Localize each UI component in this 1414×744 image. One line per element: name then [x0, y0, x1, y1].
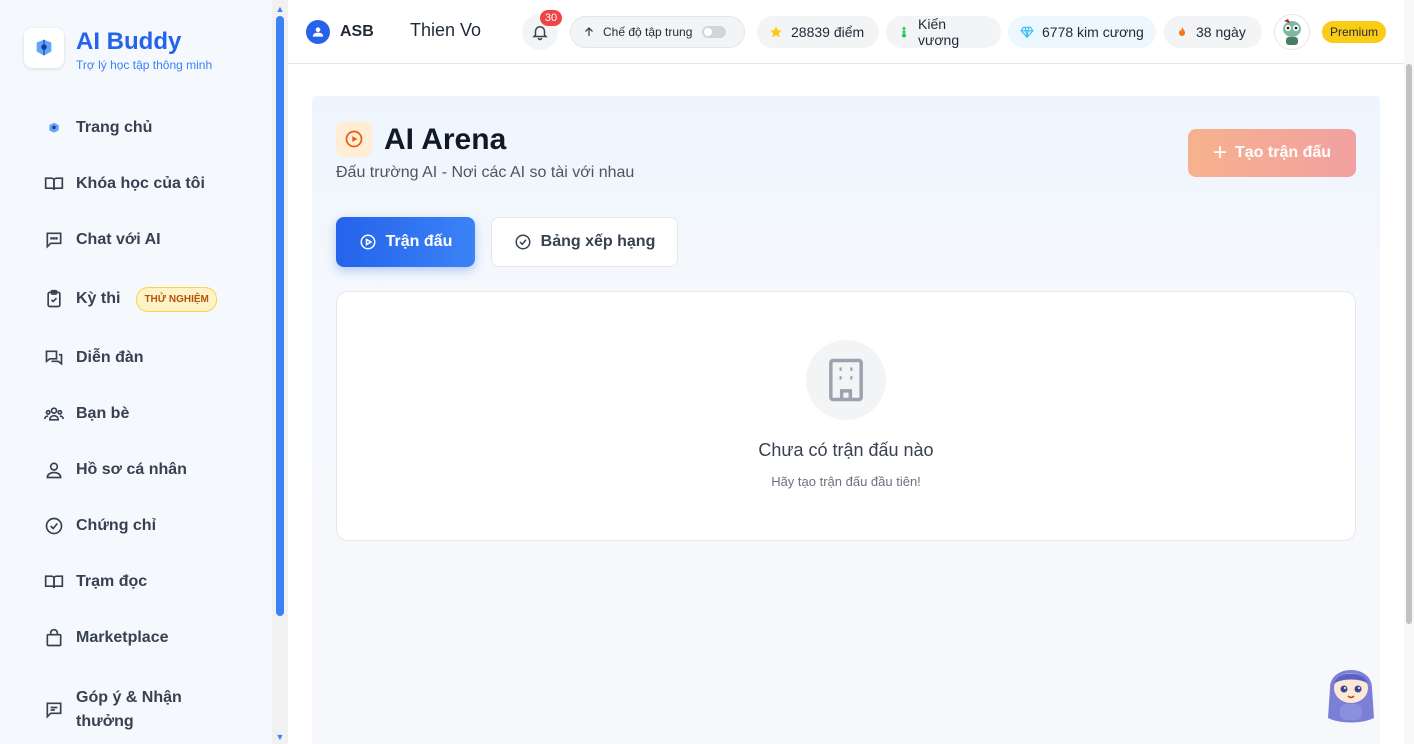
feedback-icon: [44, 700, 64, 720]
arena-play-icon: [336, 121, 372, 157]
building-icon: [806, 340, 886, 420]
brand-title: AI Buddy: [76, 28, 182, 55]
scroll-down-arrow-icon[interactable]: ▼: [274, 732, 286, 742]
sidebar-item-forum[interactable]: Diễn đàn: [0, 334, 272, 382]
user-avatar[interactable]: [1274, 14, 1310, 50]
sidebar-item-certificates[interactable]: Chứng chỉ: [0, 502, 272, 550]
mascot-character-icon: [1328, 670, 1374, 723]
sidebar-item-home[interactable]: Trang chủ: [0, 104, 272, 152]
sidebar-item-label: Chứng chỉ: [76, 517, 157, 534]
sidebar-item-label: Hồ sơ cá nhân: [76, 461, 187, 478]
flame-icon: [1176, 25, 1188, 39]
user-name: Thien Vo: [410, 20, 482, 40]
sidebar-item-exams[interactable]: Kỳ thi THỬ NGHIỆM: [0, 275, 272, 323]
sidebar-item-my-courses[interactable]: Khóa học của tôi: [0, 160, 272, 208]
page-subtitle: Đấu trường AI - Nơi các AI so tài với nh…: [336, 164, 635, 181]
chat-bubble-icon: [44, 230, 64, 250]
streak-value: 38 ngày: [1196, 24, 1246, 40]
sidebar-item-label: Bạn bè: [76, 405, 130, 422]
org-icon: [306, 20, 330, 44]
org-name: ASB: [340, 23, 374, 40]
focus-mode-label: Chế độ tập trung: [603, 25, 693, 39]
rank-value: Kiến vương: [918, 16, 960, 48]
brand-logo-icon: [24, 28, 64, 68]
tab-leaderboard-label: Bảng xếp hạng: [540, 233, 656, 250]
sidebar-item-profile[interactable]: Hồ sơ cá nhân: [0, 446, 272, 494]
sidebar-item-label: Góp ý & Nhận thưởng: [76, 689, 182, 730]
assistant-mascot-button[interactable]: [1322, 658, 1380, 726]
book-open-icon: [44, 174, 64, 194]
main-content: AI Arena Đấu trường AI - Nơi các AI so t…: [312, 96, 1380, 744]
gems-value: 6778 kim cương: [1042, 24, 1144, 40]
empty-state-card: Chưa có trận đấu nào Hãy tạo trận đấu đầ…: [336, 291, 1356, 541]
sidebar-item-feedback[interactable]: Góp ý & Nhận thưởng: [0, 682, 272, 738]
clipboard-check-icon: [44, 289, 64, 309]
sidebar-item-label: Chat với AI: [76, 231, 161, 248]
sidebar: AI Buddy Trợ lý học tập thông minh Trang…: [0, 0, 272, 744]
check-circle-icon: [44, 516, 64, 536]
forum-icon: [44, 348, 64, 368]
streak-pill[interactable]: 38 ngày: [1164, 16, 1262, 48]
avatar-character-icon: [1283, 19, 1301, 45]
points-value: 28839 điểm: [791, 24, 865, 40]
book-open-icon: [44, 572, 64, 592]
experimental-badge: THỬ NGHIỆM: [136, 286, 217, 312]
users-icon: [44, 404, 64, 424]
top-header: ASB Thien Vo 30 Chế độ tập trung 28839 đ…: [288, 0, 1404, 64]
home-logo-icon: [44, 118, 64, 138]
sidebar-item-marketplace[interactable]: Marketplace: [0, 614, 272, 662]
diamond-icon: [1020, 25, 1034, 39]
focus-mode-toggle[interactable]: Chế độ tập trung: [570, 16, 745, 48]
sidebar-item-friends[interactable]: Bạn bè: [0, 390, 272, 438]
tab-matches-label: Trận đấu: [385, 233, 453, 250]
star-icon: [769, 25, 783, 39]
create-match-label: Tạo trận đấu: [1235, 144, 1332, 161]
ant-icon: [898, 25, 910, 39]
sidebar-item-reading-station[interactable]: Trạm đọc: [0, 558, 272, 606]
rank-pill[interactable]: Kiến vương: [886, 16, 1001, 48]
sidebar-item-chat-ai[interactable]: Chat với AI: [0, 216, 272, 264]
user-icon: [44, 460, 64, 480]
empty-state-subtitle: Hãy tạo trận đấu đầu tiên!: [771, 474, 921, 489]
sidebar-item-label: Trang chủ: [76, 119, 153, 136]
play-circle-icon: [359, 233, 377, 251]
page-scrollbar-thumb[interactable]: [1406, 64, 1412, 624]
tab-leaderboard[interactable]: Bảng xếp hạng: [491, 217, 678, 267]
points-pill[interactable]: 28839 điểm: [757, 16, 879, 48]
arrow-up-icon: [583, 26, 595, 38]
scroll-up-arrow-icon[interactable]: ▲: [274, 4, 286, 14]
brand-subtitle: Trợ lý học tập thông minh: [76, 58, 213, 72]
notification-count-badge: 30: [540, 10, 562, 26]
page-title: AI Arena: [384, 123, 507, 156]
check-circle-icon: [514, 233, 532, 251]
tab-matches[interactable]: Trận đấu: [336, 217, 475, 267]
sidebar-item-label: Marketplace: [76, 629, 169, 646]
empty-state-title: Chưa có trận đấu nào: [758, 440, 934, 460]
sidebar-item-label: Khóa học của tôi: [76, 175, 205, 192]
sidebar-scrollbar-thumb[interactable]: [276, 16, 284, 616]
brand[interactable]: AI Buddy Trợ lý học tập thông minh: [24, 28, 212, 72]
sidebar-item-label: Diễn đàn: [76, 349, 144, 366]
premium-badge: Premium: [1322, 21, 1387, 43]
plus-icon: +: [1212, 139, 1227, 166]
focus-mode-switch[interactable]: [702, 26, 727, 38]
shopping-bag-icon: [44, 628, 64, 648]
sidebar-item-label: Trạm đọc: [76, 573, 148, 590]
org-switcher[interactable]: ASB: [306, 20, 374, 44]
sidebar-item-label: Kỳ thi: [76, 290, 121, 307]
gems-pill[interactable]: 6778 kim cương: [1008, 16, 1156, 48]
create-match-button[interactable]: + Tạo trận đấu: [1188, 129, 1356, 177]
